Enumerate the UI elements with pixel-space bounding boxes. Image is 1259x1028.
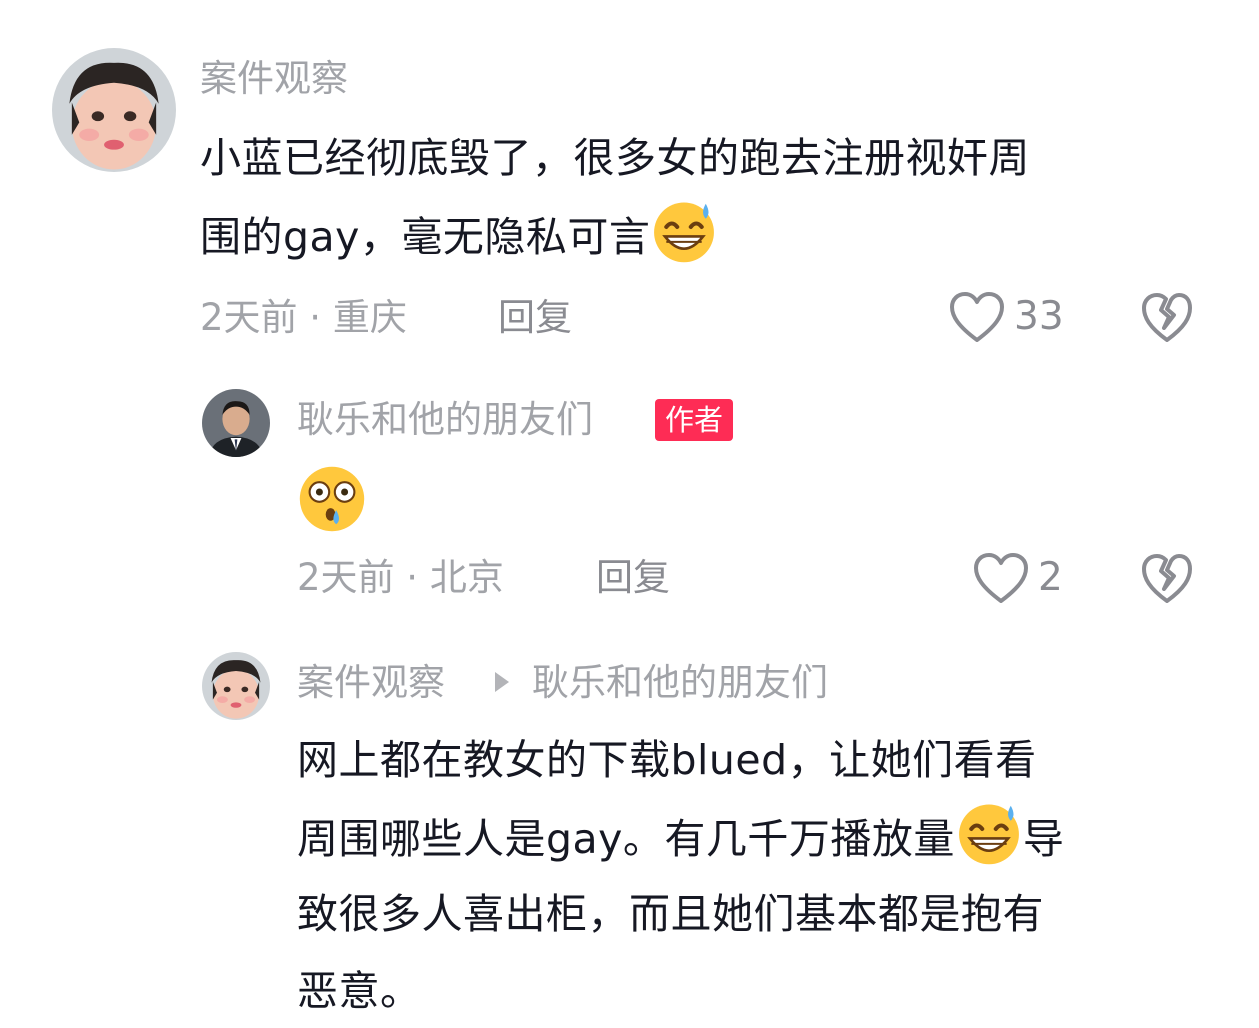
- comment-text: 小蓝已经彻底毁了，很多女的跑去注册视奸周 围的gay，毫无隐私可言: [200, 120, 1210, 274]
- comment-meta: 2天前 · 重庆: [200, 296, 407, 339]
- shocked-face-emoji-icon: [297, 464, 367, 534]
- comment-text: 网上都在教女的下载blued，让她们看看 周围哪些人是gay。有几千万播放量导 …: [297, 722, 1217, 1028]
- author-badge: 作者: [655, 399, 734, 441]
- dislike-button[interactable]: [1140, 551, 1194, 605]
- reply-target-username[interactable]: 耿乐和他的朋友们: [532, 661, 828, 705]
- comment-line-with-emoji: 周围哪些人是gay。有几千万播放量 导: [297, 799, 1217, 876]
- reply-button[interactable]: 回复: [596, 556, 670, 600]
- username[interactable]: 案件观察: [297, 661, 445, 705]
- grinning-sweat-emoji-icon: [650, 197, 718, 265]
- avatar[interactable]: [202, 652, 270, 720]
- grinning-sweat-emoji-icon: [955, 799, 1023, 867]
- broken-heart-icon: [1142, 293, 1192, 342]
- username[interactable]: 耿乐和他的朋友们: [297, 398, 593, 442]
- avatar[interactable]: [202, 389, 270, 457]
- comment-meta: 2天前 · 北京: [297, 556, 504, 599]
- comment-line-with-emoji: 围的gay，毫无隐私可言: [200, 197, 1210, 274]
- avatar[interactable]: [52, 48, 176, 172]
- like-count: 2: [1038, 555, 1063, 600]
- reply-button[interactable]: 回复: [498, 296, 572, 340]
- like-button[interactable]: 2: [972, 551, 1063, 605]
- like-count: 33: [1014, 294, 1064, 339]
- comment-line: 恶意。: [297, 967, 422, 1015]
- heart-outline-icon: [950, 292, 1004, 342]
- broken-heart-icon: [1142, 554, 1192, 603]
- like-button[interactable]: 33: [948, 290, 1064, 344]
- comment-line: 小蓝已经彻底毁了，很多女的跑去注册视奸周: [200, 134, 1030, 182]
- comment-line: 导: [1022, 815, 1065, 863]
- username[interactable]: 案件观察: [200, 57, 348, 101]
- heart-outline-icon: [974, 553, 1028, 603]
- comment-line: 网上都在教女的下载blued，让她们看看: [297, 736, 1037, 784]
- comment-line: 围的gay，毫无隐私可言: [200, 213, 651, 261]
- play-arrow-icon: [495, 672, 509, 692]
- comment-thread: 案件观察 小蓝已经彻底毁了，很多女的跑去注册视奸周 围的gay，毫无隐私可言 2…: [0, 0, 1259, 1028]
- comment-line: 周围哪些人是gay。有几千万播放量: [297, 815, 955, 863]
- comment-line: 致很多人喜出柜，而且她们基本都是抱有: [297, 890, 1044, 938]
- dislike-button[interactable]: [1140, 290, 1194, 344]
